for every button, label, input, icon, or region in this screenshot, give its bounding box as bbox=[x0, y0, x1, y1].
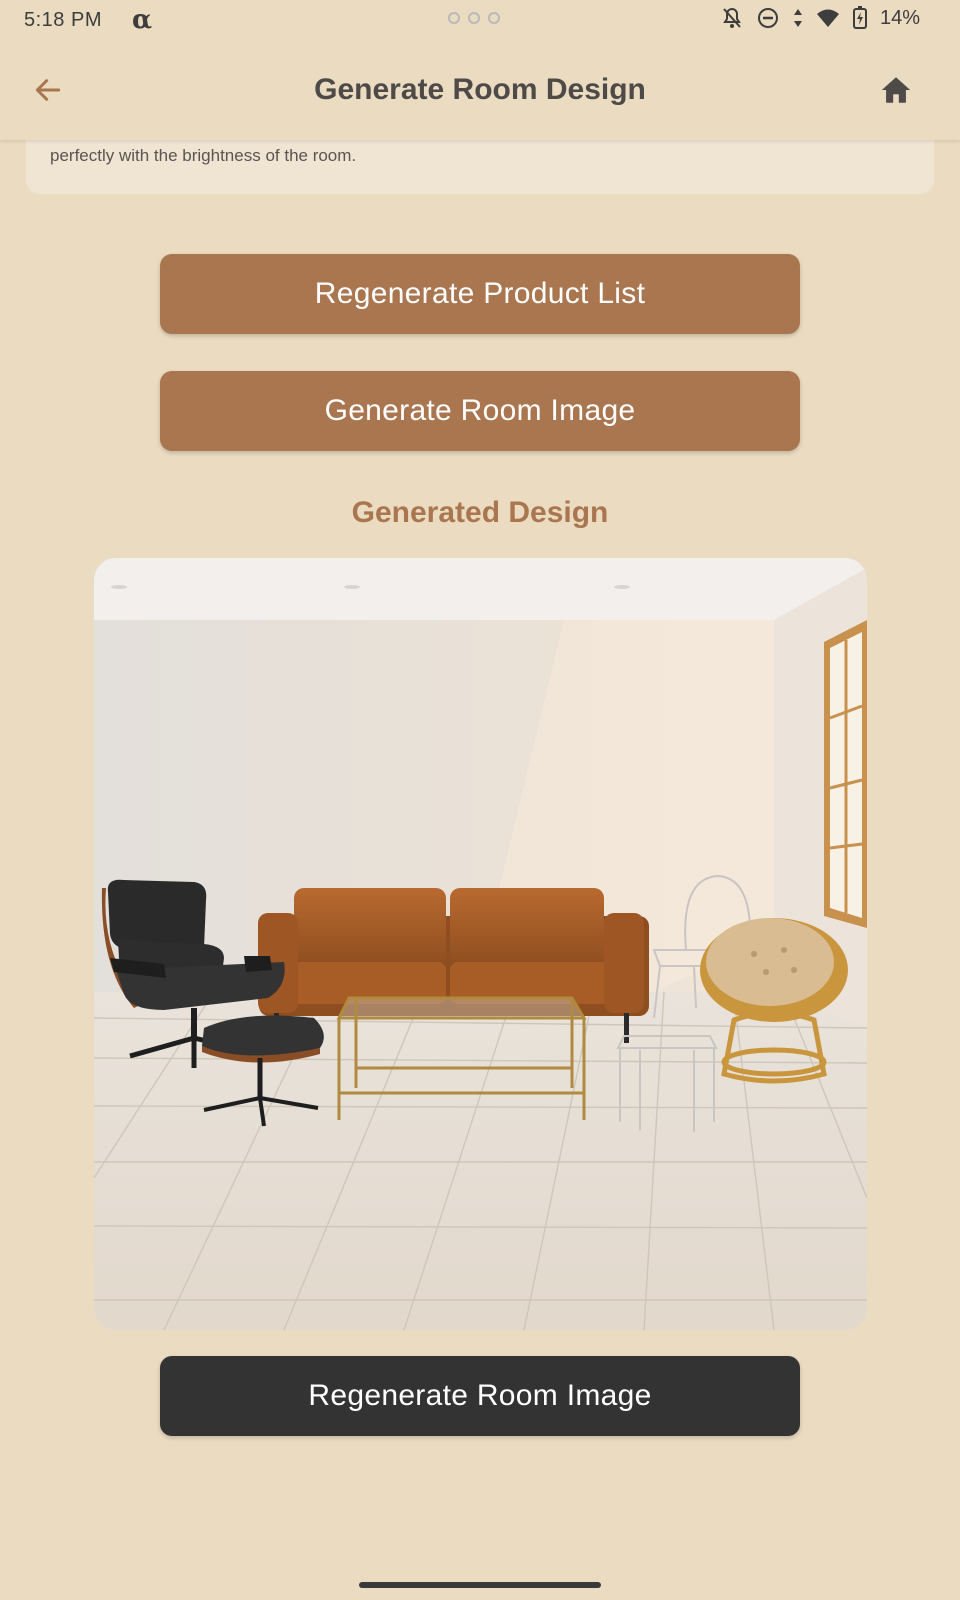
status-time: 5:18 PM bbox=[24, 8, 102, 31]
status-bar: 5:18 PM α 14% bbox=[0, 0, 960, 40]
battery-percent: 14% bbox=[879, 6, 920, 29]
home-button[interactable] bbox=[872, 66, 920, 114]
status-dots bbox=[448, 12, 500, 24]
alpha-logo-icon: α bbox=[131, 5, 152, 35]
home-indicator[interactable] bbox=[359, 1582, 601, 1588]
data-arrows-icon bbox=[793, 9, 802, 27]
wifi-icon bbox=[816, 9, 839, 27]
home-icon bbox=[881, 77, 911, 103]
regenerate-room-image-button[interactable]: Regenerate Room Image bbox=[160, 1356, 800, 1436]
regenerate-product-list-button[interactable]: Regenerate Product List bbox=[160, 254, 800, 334]
generated-room-image bbox=[94, 558, 867, 1330]
app-bar: Generate Room Design bbox=[0, 40, 960, 140]
arrow-left-icon bbox=[35, 79, 61, 101]
back-button[interactable] bbox=[24, 66, 72, 114]
generate-room-image-button[interactable]: Generate Room Image bbox=[160, 371, 800, 451]
generated-design-title: Generated Design bbox=[351, 496, 609, 529]
description-text: perfectly with the brightness of the roo… bbox=[50, 146, 357, 165]
page-title: Generate Room Design bbox=[314, 73, 646, 106]
status-icons: 14% bbox=[720, 6, 920, 30]
battery-charging-icon bbox=[852, 6, 867, 29]
do-not-disturb-icon bbox=[757, 8, 778, 28]
notifications-off-icon bbox=[723, 7, 741, 28]
